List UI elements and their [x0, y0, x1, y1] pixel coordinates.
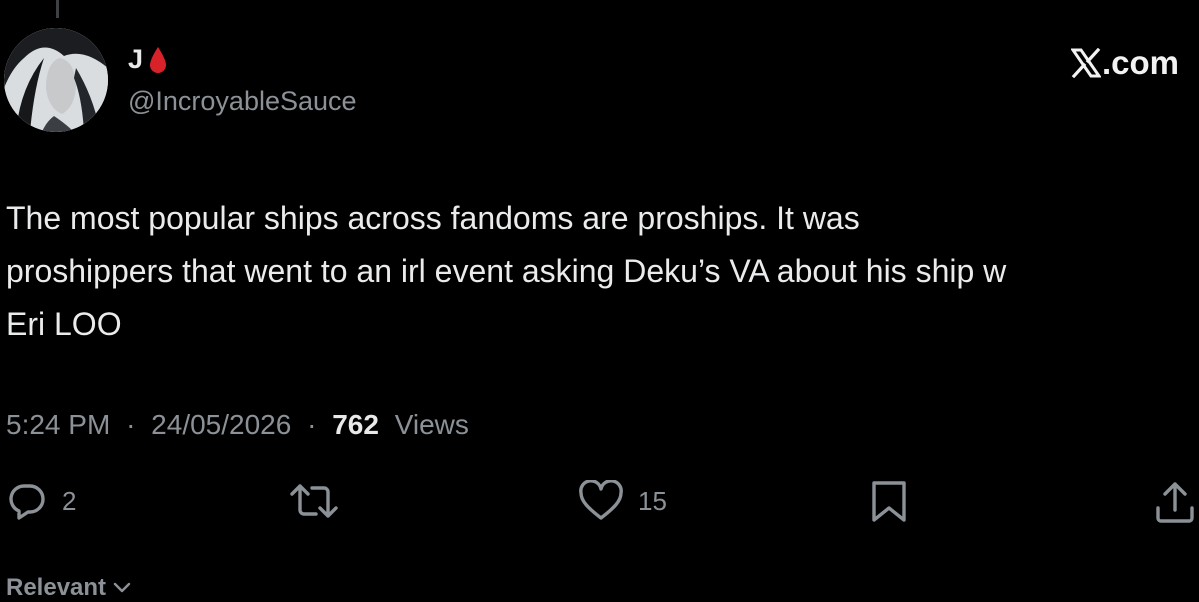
views-label: Views: [394, 409, 469, 440]
like-count: 15: [638, 485, 667, 516]
sort-replies-dropdown[interactable]: Relevant: [6, 574, 132, 602]
blood-drop-icon: [150, 46, 167, 73]
author-handle[interactable]: @IncroyableSauce: [128, 86, 357, 117]
tweet-text-line: The most popular ships across fandoms ar…: [6, 200, 860, 236]
tweet-text: The most popular ships across fandoms ar…: [6, 192, 1196, 351]
action-bar: 2 15: [0, 480, 1199, 524]
separator: ·: [126, 409, 136, 440]
like-button[interactable]: 15: [578, 480, 667, 522]
share-button[interactable]: [1153, 480, 1197, 524]
tweet-time[interactable]: 5:24 PM: [6, 409, 110, 440]
sort-label: Relevant: [6, 574, 107, 601]
reply-count: 2: [62, 485, 77, 516]
separator: ·: [307, 409, 317, 440]
brand-watermark: .com: [1070, 44, 1179, 82]
avatar[interactable]: [4, 28, 108, 132]
chevron-down-icon: [113, 582, 131, 593]
retweet-button[interactable]: [288, 480, 340, 522]
x-logo-icon: [1070, 48, 1101, 78]
avatar-image: [4, 28, 108, 132]
bookmark-button[interactable]: [868, 480, 910, 524]
tweet-metadata: 5:24 PM · 24/05/2026 · 762 Views: [6, 409, 469, 441]
thread-connector-line: [56, 0, 59, 18]
like-icon: [579, 480, 623, 520]
author-display-name[interactable]: J: [128, 44, 143, 75]
tweet-text-line: Eri LOO: [6, 306, 122, 342]
reply-button[interactable]: 2: [6, 480, 76, 522]
tweet-date[interactable]: 24/05/2026: [151, 409, 291, 440]
reply-icon: [9, 484, 45, 520]
share-icon: [1156, 482, 1194, 523]
retweet-icon: [290, 484, 338, 518]
bookmark-icon: [872, 481, 906, 522]
brand-domain: .com: [1101, 44, 1179, 81]
views-count: 762: [332, 409, 379, 440]
tweet-text-line: proshippers that went to an irl event as…: [6, 253, 1007, 289]
